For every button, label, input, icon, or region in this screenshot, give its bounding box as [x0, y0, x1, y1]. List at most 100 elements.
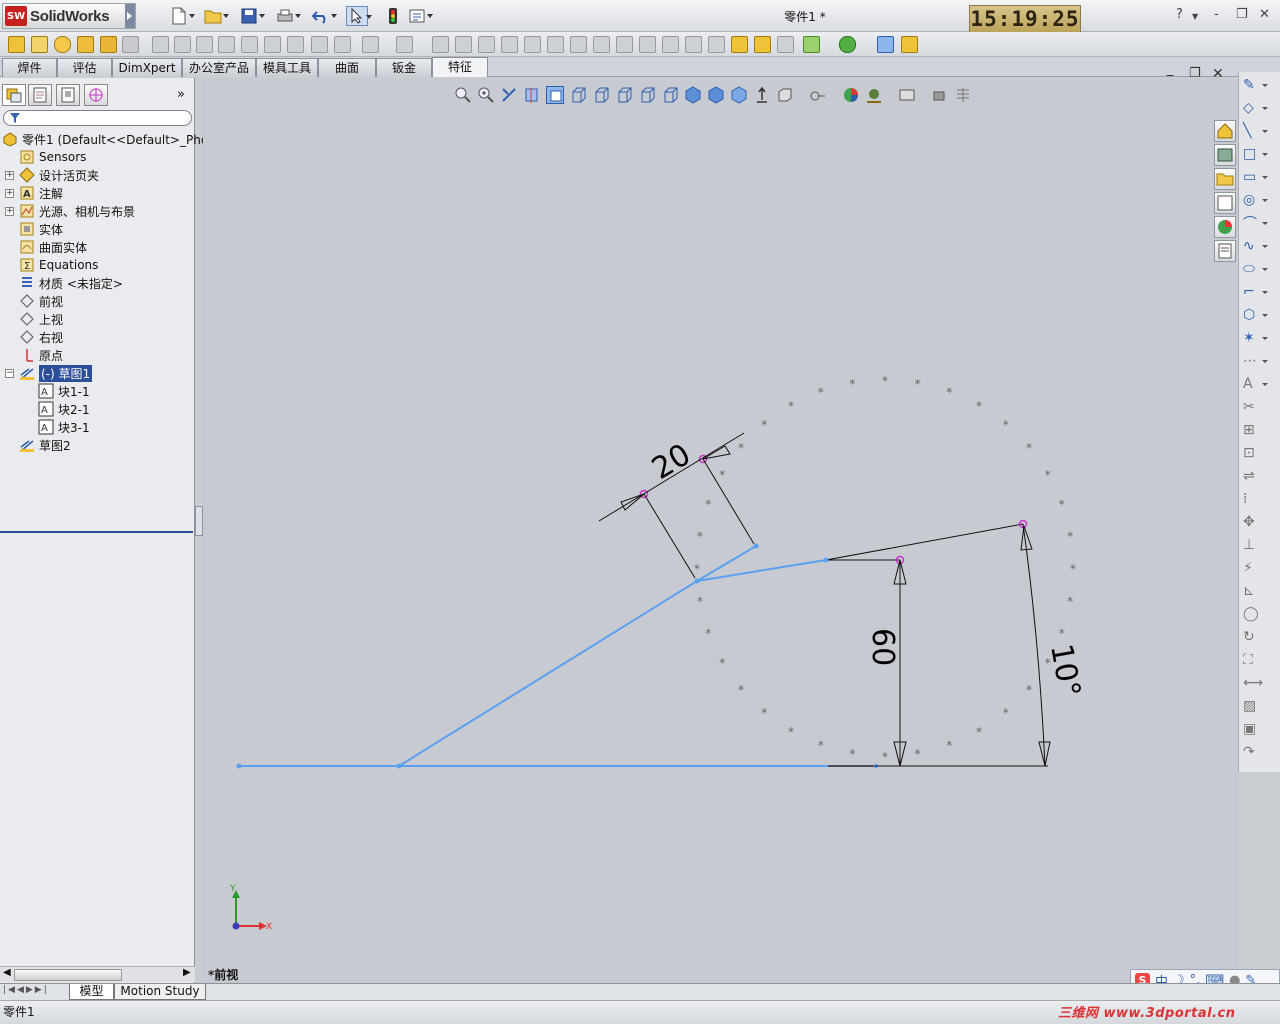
lofted-cut-icon[interactable]: [241, 36, 258, 53]
panel-collapse-handle[interactable]: [195, 506, 203, 536]
tree-item[interactable]: 设计活页夹: [19, 166, 99, 184]
tab-mold-tools[interactable]: 模具工具: [256, 58, 318, 77]
stretch-icon[interactable]: ⟷: [1243, 673, 1273, 693]
rectangle-icon[interactable]: □: [1243, 144, 1273, 164]
pattern-point[interactable]: *: [818, 385, 824, 399]
chamfer-icon[interactable]: [311, 36, 328, 53]
rib-icon[interactable]: [334, 36, 351, 53]
tab-evaluate[interactable]: 评估: [57, 58, 112, 77]
pattern-point[interactable]: *: [1045, 468, 1051, 482]
tree-expand-toggle[interactable]: +: [5, 207, 14, 216]
revolved-boss-icon[interactable]: [31, 36, 48, 53]
instant3d-icon[interactable]: [616, 36, 633, 53]
dimension-20[interactable]: 20: [598, 432, 755, 579]
revolved-cut-icon[interactable]: [196, 36, 213, 53]
boundary-boss-icon[interactable]: [100, 36, 117, 53]
quick-snaps-icon[interactable]: ⊾: [1243, 581, 1273, 601]
fillet-icon[interactable]: [287, 36, 304, 53]
solidworks-menu-button[interactable]: SW SolidWorks: [2, 3, 136, 29]
swept-cut-icon[interactable]: [218, 36, 235, 53]
indent-icon[interactable]: [777, 36, 794, 53]
configuration-manager-tab[interactable]: [56, 84, 80, 106]
sketch-point[interactable]: [823, 557, 829, 563]
reference-geometry-icon[interactable]: [570, 36, 587, 53]
extruded-cut-icon[interactable]: [152, 36, 169, 53]
pattern-point[interactable]: *: [1070, 562, 1076, 576]
wrap-icon[interactable]: [501, 36, 518, 53]
minimize-button[interactable]: -: [1214, 7, 1219, 22]
property-manager-tab[interactable]: [28, 84, 52, 106]
sketch-point[interactable]: [396, 763, 402, 769]
polygon-icon[interactable]: ⬡: [1243, 305, 1273, 325]
tab-features[interactable]: 特征: [432, 57, 488, 77]
tree-item[interactable]: A 注解: [19, 184, 63, 202]
split-icon[interactable]: [639, 36, 656, 53]
arc-icon[interactable]: ⌒: [1243, 213, 1273, 233]
smart-dimension-icon[interactable]: ◇: [1243, 98, 1273, 118]
pattern-point[interactable]: *: [1003, 418, 1009, 432]
pattern-point[interactable]: *: [976, 399, 982, 413]
pattern-point[interactable]: *: [738, 683, 744, 697]
dimension-60[interactable]: 60: [865, 559, 1048, 767]
linear-sketch-pattern-icon[interactable]: ⁞: [1243, 489, 1273, 509]
mirror-entities-icon[interactable]: ⇌: [1243, 466, 1273, 486]
pattern-point[interactable]: *: [915, 747, 921, 761]
pattern-point[interactable]: *: [946, 739, 952, 753]
smart-dimension-icon[interactable]: [803, 36, 820, 53]
pattern-point[interactable]: *: [738, 441, 744, 455]
tree-item[interactable]: 草图2: [19, 436, 71, 454]
pattern-point[interactable]: *: [697, 529, 703, 543]
tab-model[interactable]: 模型: [69, 984, 114, 1000]
fillet-sketch-icon[interactable]: ⌐: [1243, 282, 1273, 302]
graphics-area[interactable]: ‒ ❐ ✕ * * * * * * * * * * * * * * * * * * * * * * * * * * * * * * * * * *…: [203, 66, 1238, 983]
circle-icon[interactable]: ◎: [1243, 190, 1273, 210]
appearances-tab[interactable]: [1214, 216, 1236, 238]
help-button[interactable]: ?: [1176, 7, 1183, 22]
new-document-button[interactable]: [168, 6, 195, 26]
tab-office-products[interactable]: 办公室产品: [182, 58, 256, 77]
combine-icon[interactable]: [662, 36, 679, 53]
scroll-left-icon[interactable]: ◀: [3, 967, 11, 978]
curves-icon[interactable]: [593, 36, 610, 53]
sketch-picture-icon[interactable]: ▨: [1243, 696, 1273, 716]
thicken-icon[interactable]: [122, 36, 139, 53]
file-explorer-tab[interactable]: [1214, 168, 1236, 190]
select-button[interactable]: [346, 6, 372, 26]
tab-motion-study[interactable]: Motion Study 1: [114, 984, 206, 1013]
point-icon[interactable]: ✶: [1243, 328, 1273, 348]
help-dropdown-icon[interactable]: ▼: [1192, 12, 1198, 21]
lofted-boss-icon[interactable]: [77, 36, 94, 53]
tree-item[interactable]: (-) 草图1: [19, 364, 93, 382]
tree-item[interactable]: 材质 <未指定>: [19, 274, 123, 292]
sketch-point[interactable]: [694, 578, 700, 584]
pattern-point[interactable]: *: [697, 595, 703, 609]
pattern-point[interactable]: *: [1026, 683, 1032, 697]
repair-sketch-icon[interactable]: ⚡: [1243, 558, 1273, 578]
tree-item[interactable]: 实体: [19, 220, 63, 238]
pattern-point[interactable]: *: [976, 725, 982, 739]
close-button[interactable]: ✕: [1259, 7, 1270, 22]
block-tool-icon[interactable]: ▣: [1243, 719, 1273, 739]
tree-item[interactable]: 上视: [19, 310, 63, 328]
rebuild-button[interactable]: [382, 6, 404, 26]
linear-pattern-icon[interactable]: [396, 36, 413, 53]
pattern-point[interactable]: *: [788, 399, 794, 413]
shaded-sketch-icon[interactable]: ⛶: [1243, 650, 1273, 670]
sketch-canvas[interactable]: *************************** * ******** 2…: [203, 78, 1238, 983]
tree-filter-input[interactable]: [3, 110, 192, 126]
spline-icon[interactable]: ∿: [1243, 236, 1273, 256]
pattern-point[interactable]: *: [705, 626, 711, 640]
boundary-cut-icon[interactable]: [264, 36, 281, 53]
pattern-point[interactable]: *: [788, 725, 794, 739]
tree-item[interactable]: 前视: [19, 292, 63, 310]
offset-icon[interactable]: ⊡: [1243, 443, 1273, 463]
move-face-icon[interactable]: [685, 36, 702, 53]
tab-surfaces[interactable]: 曲面: [318, 58, 376, 77]
undo-button[interactable]: [310, 6, 337, 26]
annotation-tool-icon[interactable]: [901, 36, 918, 53]
panel-horizontal-scrollbar[interactable]: ◀ ▶: [0, 966, 195, 982]
tree-item[interactable]: Σ Equations: [19, 256, 98, 274]
sketch-tool-active-icon[interactable]: [877, 36, 894, 53]
sketch-line-incline[interactable]: [398, 580, 698, 767]
print-button[interactable]: [274, 6, 301, 26]
